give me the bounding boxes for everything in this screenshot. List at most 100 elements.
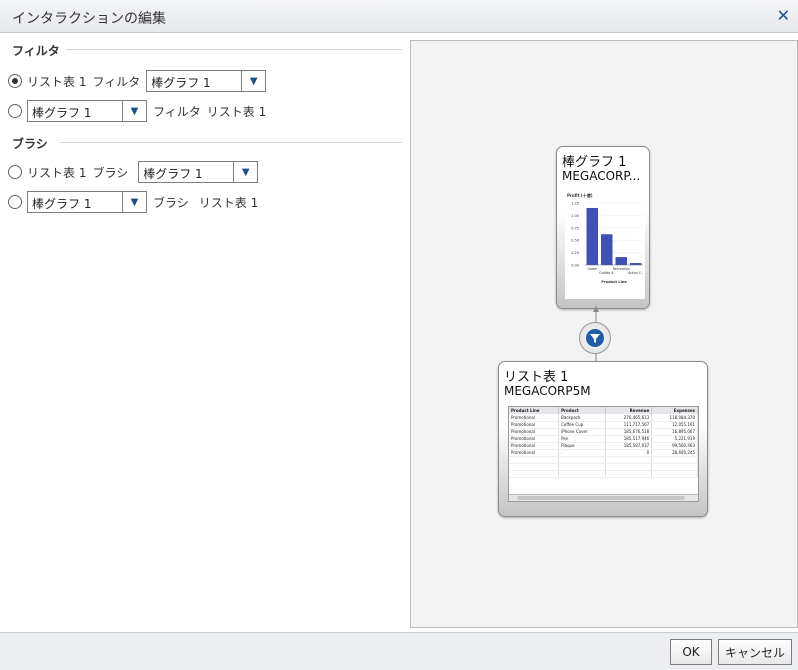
mini-chart-tick-label: 1.00 <box>571 214 579 218</box>
filter-row-1-radio[interactable] <box>8 74 22 88</box>
brush-row-1-verb: ブラシ <box>92 165 129 180</box>
mini-table-header: Product Line <box>509 407 560 414</box>
mini-table-header-row: Product Line Product Revenue Expenses <box>509 407 698 414</box>
mini-chart-bar <box>601 234 613 265</box>
filter-row-2: 棒グラフ 1 ▼ フィルタ リスト表 1 <box>8 99 272 123</box>
brush-row-2-source-select[interactable]: 棒グラフ 1 ▼ <box>27 191 147 213</box>
table-cell: . <box>558 449 607 457</box>
table-row: Promotional . 0 28,695,245 <box>509 449 698 457</box>
dialog-footer: OK キャンセル <box>0 632 798 670</box>
table-cell: Promotional <box>509 421 560 429</box>
table-row-empty <box>509 463 698 471</box>
mini-chart-bar <box>615 257 627 265</box>
bar-chart-thumbnail: Profit (十億) 1.25 1.00 0.75 0.50 0.25 0.00 Game O… <box>565 191 645 299</box>
dropdown-arrow-icon[interactable]: ▼ <box>241 71 265 91</box>
dialog-titlebar: インタラクションの編集 ✕ <box>0 0 798 33</box>
interaction-list-panel: フィルタ リスト表 1 フィルタ 棒グラフ 1 ▼ 棒グラフ 1 ▼ フィルタ … <box>0 34 410 632</box>
brush-row-2-source-value: 棒グラフ 1 <box>32 197 92 211</box>
brush-row-1-target-select[interactable]: 棒グラフ 1 ▼ <box>138 161 259 183</box>
filter-row-2-verb: フィルタ <box>153 104 201 119</box>
table-cell: iPhone Cover <box>558 428 607 436</box>
table-cell: 0 <box>605 449 653 457</box>
table-cell: Promotional <box>509 449 560 457</box>
table-cell: Coffee Cup <box>558 421 607 429</box>
dropdown-arrow-icon[interactable]: ▼ <box>122 192 146 212</box>
mini-table-header: Revenue <box>605 407 653 414</box>
list-table-card-title: リスト表 1 <box>504 370 569 385</box>
mini-chart-tick-label: 0.25 <box>571 251 579 255</box>
mini-chart-category-label: Action F... <box>628 271 643 275</box>
brush-row-2-target: リスト表 1 <box>198 195 259 210</box>
filter-section-heading: フィルタ <box>12 44 60 58</box>
table-cell: 276,465,613 <box>605 414 653 422</box>
table-cell: 118,084,370 <box>651 414 698 422</box>
filter-row-2-radio[interactable] <box>8 104 22 118</box>
table-row: Promotional Coffee Cup 111,717,567 12,05… <box>509 421 698 429</box>
list-table-card-subtitle: MEGACORP5M <box>504 384 591 398</box>
brush-section-heading: ブラシ <box>12 137 48 151</box>
mini-table-scroll-thumb <box>517 496 685 500</box>
mini-chart-bar <box>630 263 642 265</box>
table-cell: 99,560,463 <box>651 442 698 450</box>
table-cell: Promotional <box>509 428 560 436</box>
filter-row-1-target-select[interactable]: 棒グラフ 1 ▼ <box>146 70 267 92</box>
dialog-title: インタラクションの編集 <box>12 11 166 27</box>
dropdown-arrow-icon[interactable]: ▼ <box>122 101 146 121</box>
mini-table-scrollbar <box>509 494 698 501</box>
mini-chart-tick-label: 0.75 <box>571 226 579 230</box>
brush-row-1-source: リスト表 1 <box>27 165 87 180</box>
filter-row-1-verb: フィルタ <box>92 74 141 89</box>
mini-chart-bar <box>586 207 598 265</box>
filter-row-1: リスト表 1 フィルタ 棒グラフ 1 ▼ <box>8 69 272 93</box>
filter-row-2-target: リスト表 1 <box>206 104 267 119</box>
bar-chart-card[interactable]: 棒グラフ 1 MEGACORP... Profit (十億) 1.25 1.00 0.… <box>556 146 650 309</box>
dropdown-arrow-icon[interactable]: ▼ <box>233 162 257 182</box>
list-table-card[interactable]: リスト表 1 MEGACORP5M Product Line Product R… <box>498 361 708 517</box>
table-row: Promotional Backpack 276,465,613 118,084… <box>509 414 698 422</box>
table-cell: 12,055,161 <box>651 421 698 429</box>
list-table-thumbnail: Product Line Product Revenue Expenses Pr… <box>508 406 699 502</box>
filter-row-1-source: リスト表 1 <box>27 74 87 89</box>
table-cell: Promotional <box>509 414 560 422</box>
cancel-button[interactable]: キャンセル <box>718 639 792 665</box>
mini-chart-category-label: Outfitd A. <box>599 271 614 275</box>
filter-connection-node[interactable] <box>579 322 611 354</box>
bar-chart-card-title: 棒グラフ 1 <box>562 155 627 170</box>
table-cell: 28,695,245 <box>651 449 698 457</box>
bar-chart-card-subtitle: MEGACORP... <box>562 169 641 183</box>
table-cell: 185,676,518 <box>605 428 653 436</box>
close-icon[interactable]: ✕ <box>777 6 790 25</box>
mini-chart-tick-label: 0.00 <box>571 264 579 268</box>
list-table-thumbnail-table: Product Line Product Revenue Expenses Pr… <box>509 407 698 478</box>
mini-chart-tick-label: 1.25 <box>571 202 579 206</box>
mini-chart-xlabel: Product Line <box>601 280 627 284</box>
mini-chart-tick-label: 0.50 <box>571 239 579 243</box>
table-row: Promotional Pen 185,517,946 5,221,919 <box>509 435 698 443</box>
brush-row-2-radio[interactable] <box>8 195 22 209</box>
filter-row-2-source-value: 棒グラフ 1 <box>32 106 92 120</box>
table-row: Promotional iPhone Cover 185,676,518 16,… <box>509 428 698 436</box>
brush-section-divider <box>60 142 402 143</box>
table-cell: Promotional <box>509 442 560 450</box>
table-cell: Pen <box>558 435 607 443</box>
table-cell: 185,587,037 <box>605 442 653 450</box>
table-cell: Backpack <box>558 414 607 422</box>
mini-table-header: Expenses <box>651 407 698 414</box>
bar-chart-thumbnail-svg: Profit (十億) 1.25 1.00 0.75 0.50 0.25 0.00 GameO… <box>567 192 643 284</box>
brush-row-1-radio[interactable] <box>8 165 22 179</box>
mini-chart-ylabel: Profit (十億) <box>567 192 593 198</box>
filter-section-divider <box>66 49 402 50</box>
table-cell: 16,895,067 <box>651 428 698 436</box>
filter-row-1-target-value: 棒グラフ 1 <box>151 76 211 90</box>
table-row-empty <box>509 470 698 478</box>
brush-row-2: 棒グラフ 1 ▼ ブラシ リスト表 1 <box>8 190 264 214</box>
table-cell: Plaque <box>558 442 607 450</box>
table-cell: 5,221,919 <box>651 435 698 443</box>
table-row: Promotional Plaque 185,587,037 99,560,46… <box>509 442 698 450</box>
filter-row-2-source-select[interactable]: 棒グラフ 1 ▼ <box>27 100 147 122</box>
mini-table-header: Product <box>558 407 607 414</box>
table-cell: 185,517,946 <box>605 435 653 443</box>
ok-button[interactable]: OK <box>670 639 712 665</box>
brush-row-1-target-value: 棒グラフ 1 <box>143 167 203 181</box>
brush-row-2-verb: ブラシ <box>153 195 189 210</box>
